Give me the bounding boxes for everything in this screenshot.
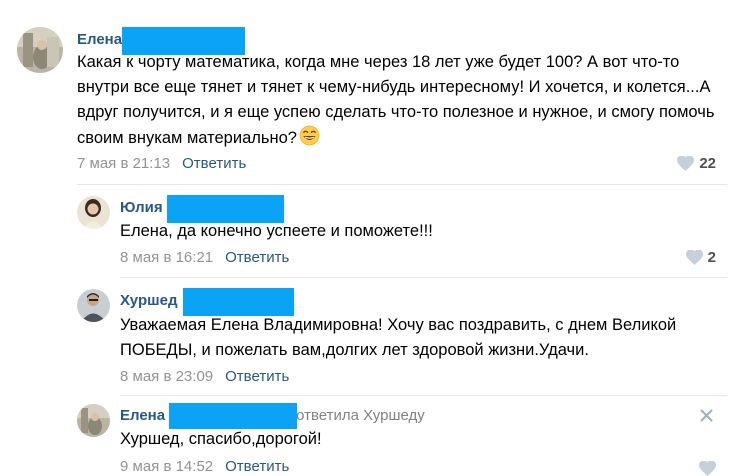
comment-text-body: Какая к чорту математика, когда мне чере… (77, 53, 715, 147)
grinning-face-icon (299, 125, 320, 146)
reply-button[interactable]: Ответить (225, 249, 289, 266)
comment-date[interactable]: 8 мая в 23:09 (120, 368, 213, 385)
divider (120, 395, 727, 396)
divider (77, 184, 727, 185)
comment-text-body: Елена, да конечно успеете и поможете!!! (120, 222, 433, 240)
reply-to-label[interactable]: ответила Хуршеду (296, 407, 425, 424)
reply-button[interactable]: Ответить (182, 155, 246, 172)
like-button[interactable] (699, 458, 716, 476)
like-count: 22 (699, 154, 716, 172)
comment-text-body: Уважаемая Елена Владимировна! Хочу вас п… (120, 316, 677, 359)
like-count: 2 (707, 248, 716, 266)
avatar[interactable] (17, 27, 63, 73)
comment-text: Елена, да конечно успеете и поможете!!! (120, 219, 720, 244)
comment-text: Хуршед, спасибо,дорогой! (120, 427, 720, 452)
comment-text: Какая к чорту математика, когда мне чере… (77, 50, 727, 151)
comment-meta: 8 мая в 16:21 Ответить (120, 247, 289, 267)
heart-icon (677, 155, 695, 171)
author-name[interactable]: Елена (120, 407, 165, 424)
redaction-box (169, 403, 298, 429)
like-button[interactable]: 22 (677, 153, 716, 173)
author-name[interactable]: Хуршед (120, 292, 177, 309)
author-line: Хуршед (120, 288, 295, 316)
comment-date[interactable]: 8 мая в 16:21 (120, 249, 213, 266)
author-name[interactable]: Юлия (120, 199, 163, 216)
author-line: Елена ответила Хуршеду (120, 403, 425, 429)
avatar[interactable] (77, 289, 110, 322)
reply-button[interactable]: Ответить (225, 458, 289, 475)
comment-meta: 9 мая в 14:52 Ответить (120, 456, 289, 476)
comment-text: Уважаемая Елена Владимировна! Хочу вас п… (120, 313, 720, 363)
redaction-box (183, 288, 295, 316)
avatar[interactable] (77, 196, 110, 229)
heart-icon (685, 249, 703, 265)
comment-meta: 7 мая в 21:13 Ответить (77, 153, 246, 173)
comment-text-body: Хуршед, спасибо,дорогой! (120, 430, 322, 448)
comment-date[interactable]: 7 мая в 21:13 (77, 155, 170, 172)
author-line: Елена (77, 27, 246, 55)
author-line: Юлия (120, 195, 284, 223)
reply-button[interactable]: Ответить (225, 368, 289, 385)
comment-date[interactable]: 9 мая в 14:52 (120, 458, 213, 475)
avatar[interactable] (77, 404, 110, 437)
close-icon[interactable] (700, 407, 713, 425)
comment-meta: 8 мая в 23:09 Ответить (120, 366, 289, 386)
author-name[interactable]: Елена (77, 31, 122, 48)
like-button[interactable]: 2 (685, 247, 716, 267)
divider (120, 277, 727, 278)
heart-icon (699, 460, 716, 476)
